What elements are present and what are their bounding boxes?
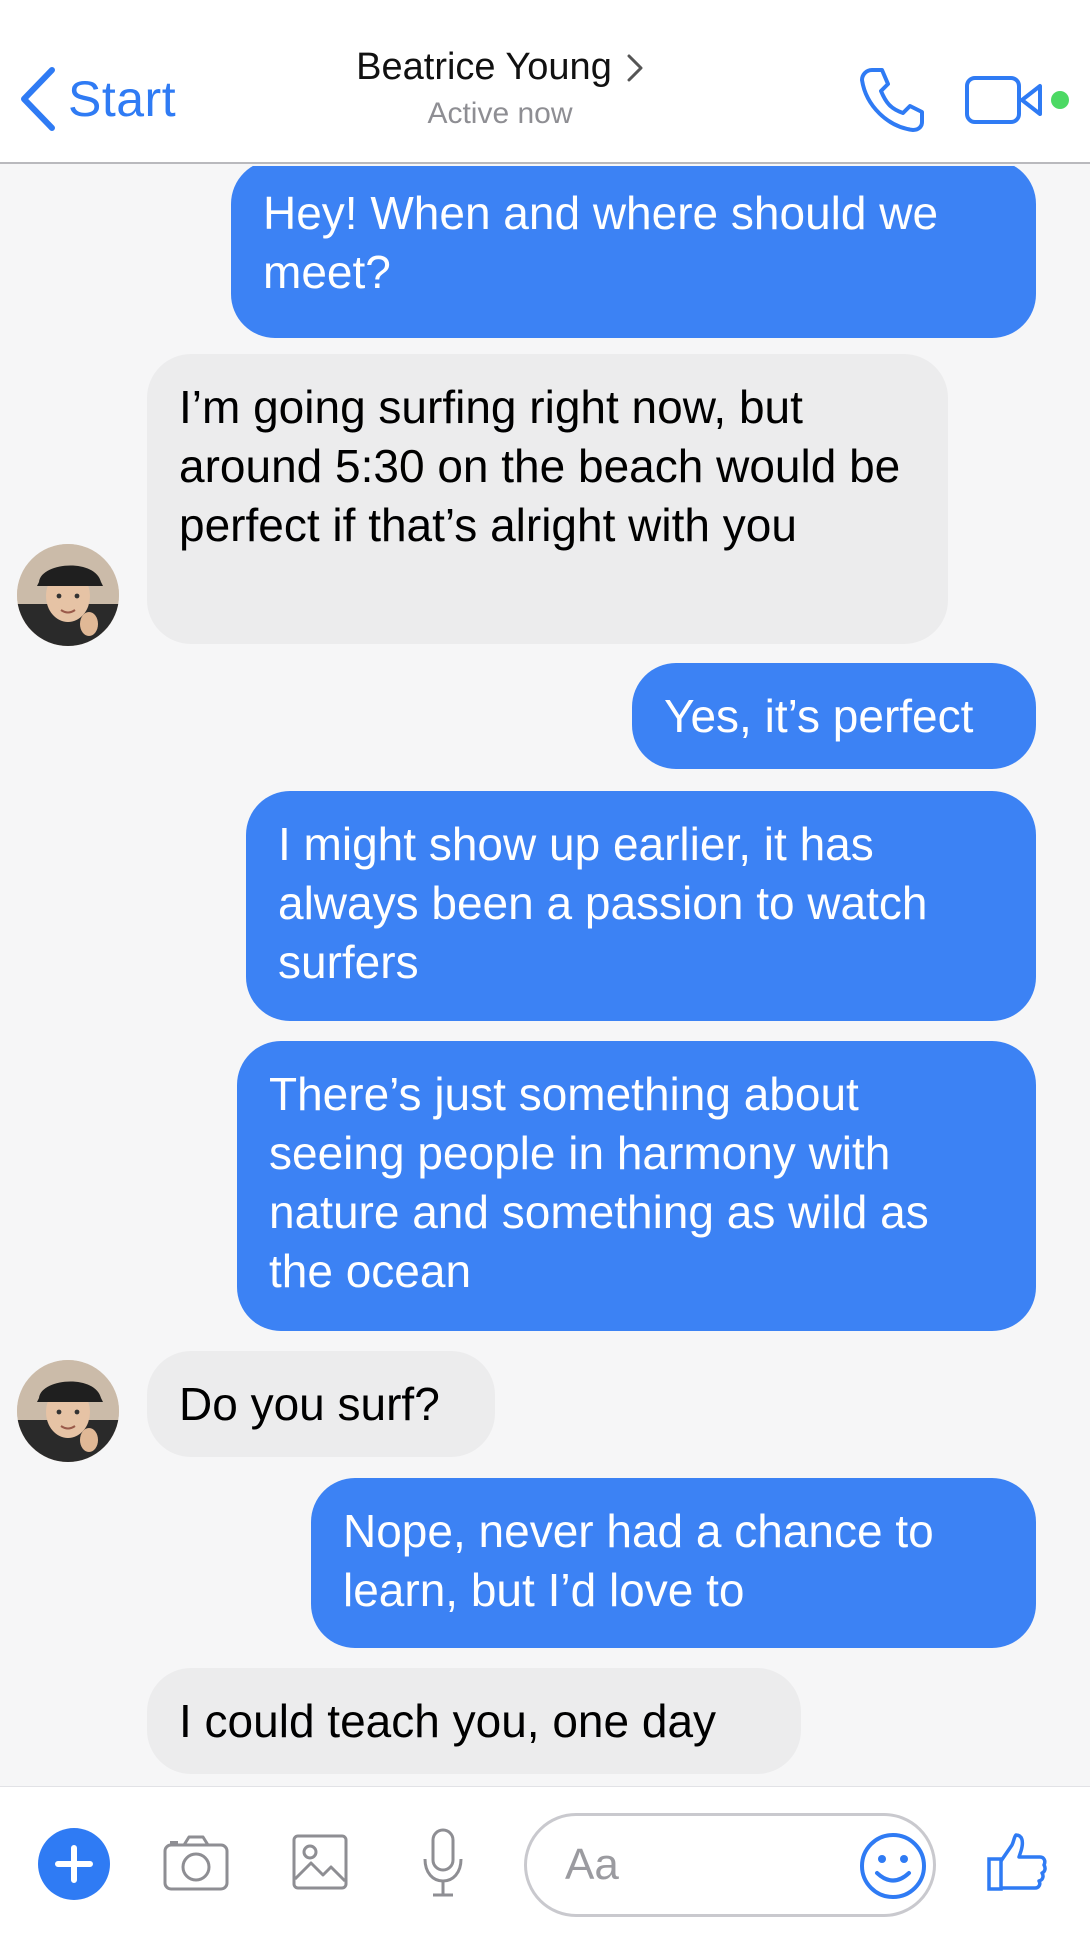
contact-name: Beatrice Young [356,46,612,88]
message-outgoing[interactable]: I might show up earlier, it has always b… [246,791,1036,1021]
avatar[interactable] [17,1360,119,1462]
message-input-placeholder: Aa [565,1840,619,1889]
message-outgoing[interactable]: Yes, it’s perfect [632,663,1036,769]
contact-photo-image [17,544,119,646]
composer-bar: Aa [0,1786,1090,1936]
back-button[interactable]: Start [18,64,176,134]
message-outgoing[interactable]: Nope, never had a chance to learn, but I… [311,1478,1036,1648]
back-label: Start [68,71,177,127]
message-outgoing[interactable]: There’s just something about seeing peop… [237,1041,1036,1331]
plus-button[interactable] [38,1828,110,1900]
chevron-right-icon [627,54,643,81]
message-incoming[interactable]: I’m going surfing right now, but around … [147,354,948,644]
contact-photo-image [17,1360,119,1462]
camera-icon[interactable] [162,1833,230,1893]
chevron-left-icon [21,67,55,131]
message-incoming[interactable]: Do you surf? [147,1351,495,1457]
microphone-icon[interactable] [420,1827,466,1899]
message-input[interactable]: Aa [524,1813,936,1917]
active-status: Active now [427,97,573,130]
image-icon[interactable] [291,1833,349,1891]
message-outgoing[interactable]: Hey! When and where should we meet? [231,166,1036,338]
phone-icon[interactable] [856,64,928,136]
thumbs-up-icon[interactable] [986,1831,1048,1893]
smiley-icon[interactable] [857,1830,929,1902]
chat-header: Start Beatrice Young Active now [0,0,1090,164]
message-incoming[interactable]: I could teach you, one day [147,1668,801,1774]
active-dot [1051,91,1069,109]
contact-title[interactable]: Beatrice Young Active now [320,46,680,131]
message-list[interactable]: Hey! When and where should we meet? I’m … [0,166,1090,1786]
plus-icon [55,1845,93,1883]
video-camera-icon[interactable] [964,72,1074,128]
avatar[interactable] [17,544,119,646]
